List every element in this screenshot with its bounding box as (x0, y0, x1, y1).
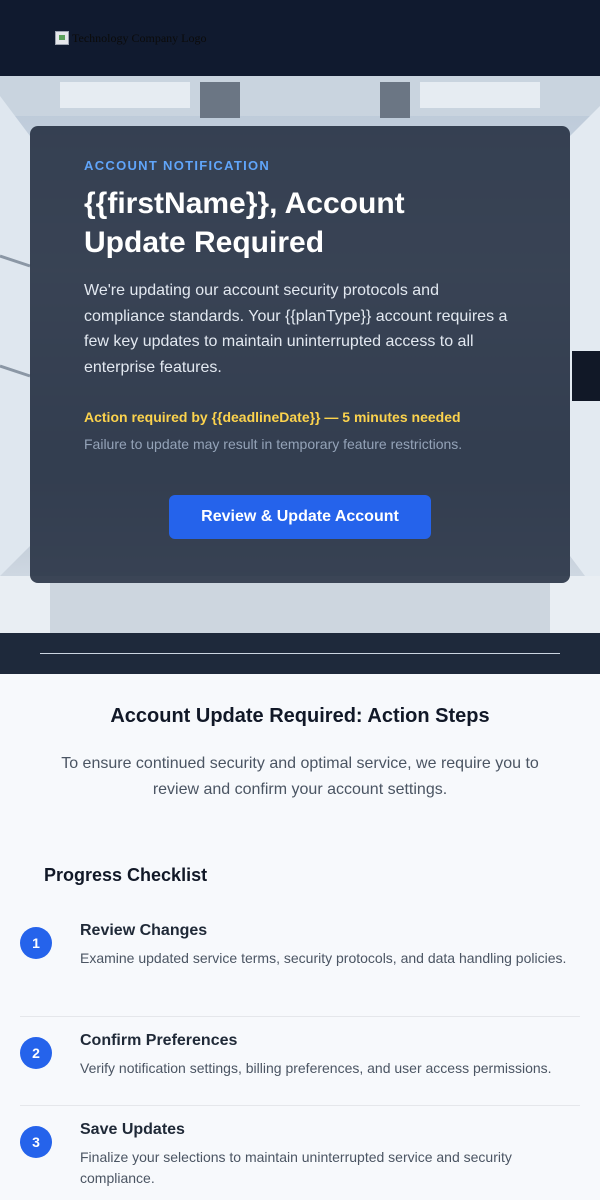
step-title: Confirm Preferences (80, 1032, 238, 1049)
step-description: Examine updated service terms, security … (80, 950, 567, 966)
review-update-account-button[interactable]: Review & Update Account (169, 495, 431, 539)
step-divider (20, 1016, 580, 1017)
checklist-title: Progress Checklist (44, 865, 208, 885)
section-title: Account Update Required: Action Steps (110, 705, 490, 727)
deadline-notice: Action required by {{deadlineDate}} — 5 … (84, 409, 461, 425)
step-description: Finalize your selections to maintain uni… (80, 1149, 512, 1186)
hero-body-text: We're updating our account security prot… (84, 282, 508, 376)
hero-title: {{firstName}}, Account Update Required (84, 187, 405, 259)
intro-text: To ensure continued security and optimal… (61, 755, 539, 798)
hero-section: ACCOUNT NOTIFICATION {{firstName}}, Acco… (0, 76, 600, 633)
step-number-badge: 2 (20, 1037, 52, 1069)
divider-line (40, 653, 560, 654)
company-logo[interactable]: Technology Company Logo (55, 29, 206, 47)
step-number-badge: 1 (20, 927, 52, 959)
eyebrow-label: ACCOUNT NOTIFICATION (84, 158, 271, 173)
broken-image-icon (55, 31, 69, 45)
divider-band (0, 633, 600, 674)
step-number-badge: 3 (20, 1126, 52, 1158)
step-title: Save Updates (80, 1121, 185, 1138)
notification-card: ACCOUNT NOTIFICATION {{firstName}}, Acco… (30, 126, 570, 583)
step-title: Review Changes (80, 922, 208, 939)
restriction-warning: Failure to update may result in temporar… (84, 436, 463, 452)
step-description: Verify notification settings, billing pr… (80, 1060, 552, 1076)
step-divider (20, 1105, 580, 1106)
logo-alt-text: Technology Company Logo (72, 30, 207, 45)
email-header: Technology Company Logo (0, 0, 600, 76)
